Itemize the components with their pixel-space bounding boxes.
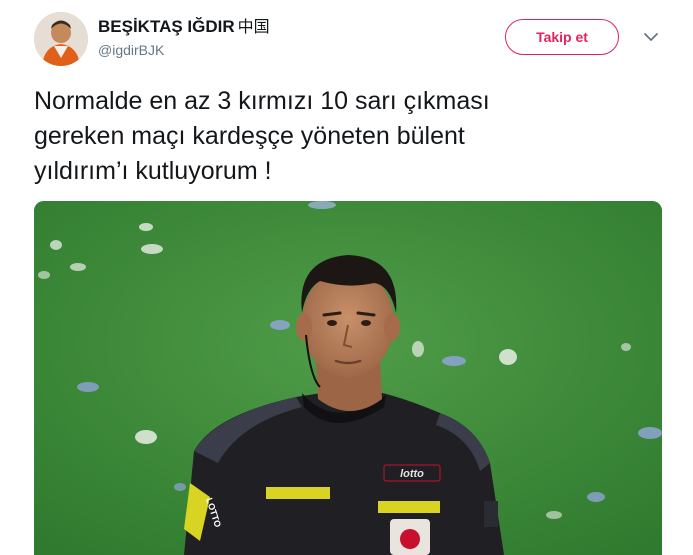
display-name[interactable]: BEŞİKTAŞ IĞDIR 中国 xyxy=(98,16,270,38)
follow-button[interactable]: Takip et xyxy=(505,19,619,55)
avatar-icon xyxy=(34,12,88,66)
tweet-text-line: gereken maçı kardeşçe yöneten bülent xyxy=(34,122,465,150)
tweet-text: Normalde en az 3 kırmızı 10 sarı çıkması… xyxy=(34,84,664,189)
tweet-photo[interactable]: lotto LOTTO xyxy=(34,201,662,555)
tweet-text-line: Normalde en az 3 kırmızı 10 sarı çıkması xyxy=(34,87,490,115)
display-name-suffix: 中国 xyxy=(237,17,270,36)
jersey-brand-text: lotto xyxy=(400,468,424,480)
tweet-header: BEŞİKTAŞ IĞDIR 中国 @igdirBJK Takip et xyxy=(34,12,674,68)
avatar[interactable] xyxy=(34,12,88,66)
display-name-text: BEŞİKTAŞ IĞDIR xyxy=(98,17,235,36)
referee-photo: lotto LOTTO xyxy=(34,201,662,555)
tweet-text-line: yıldırım’ı kutluyorum ! xyxy=(34,157,272,185)
username[interactable]: @igdirBJK xyxy=(98,40,270,60)
tweet-card: BEŞİKTAŞ IĞDIR 中国 @igdirBJK Takip et Norm… xyxy=(0,0,693,555)
author-block: BEŞİKTAŞ IĞDIR 中国 @igdirBJK xyxy=(98,16,270,60)
chevron-down-icon[interactable] xyxy=(642,28,660,46)
